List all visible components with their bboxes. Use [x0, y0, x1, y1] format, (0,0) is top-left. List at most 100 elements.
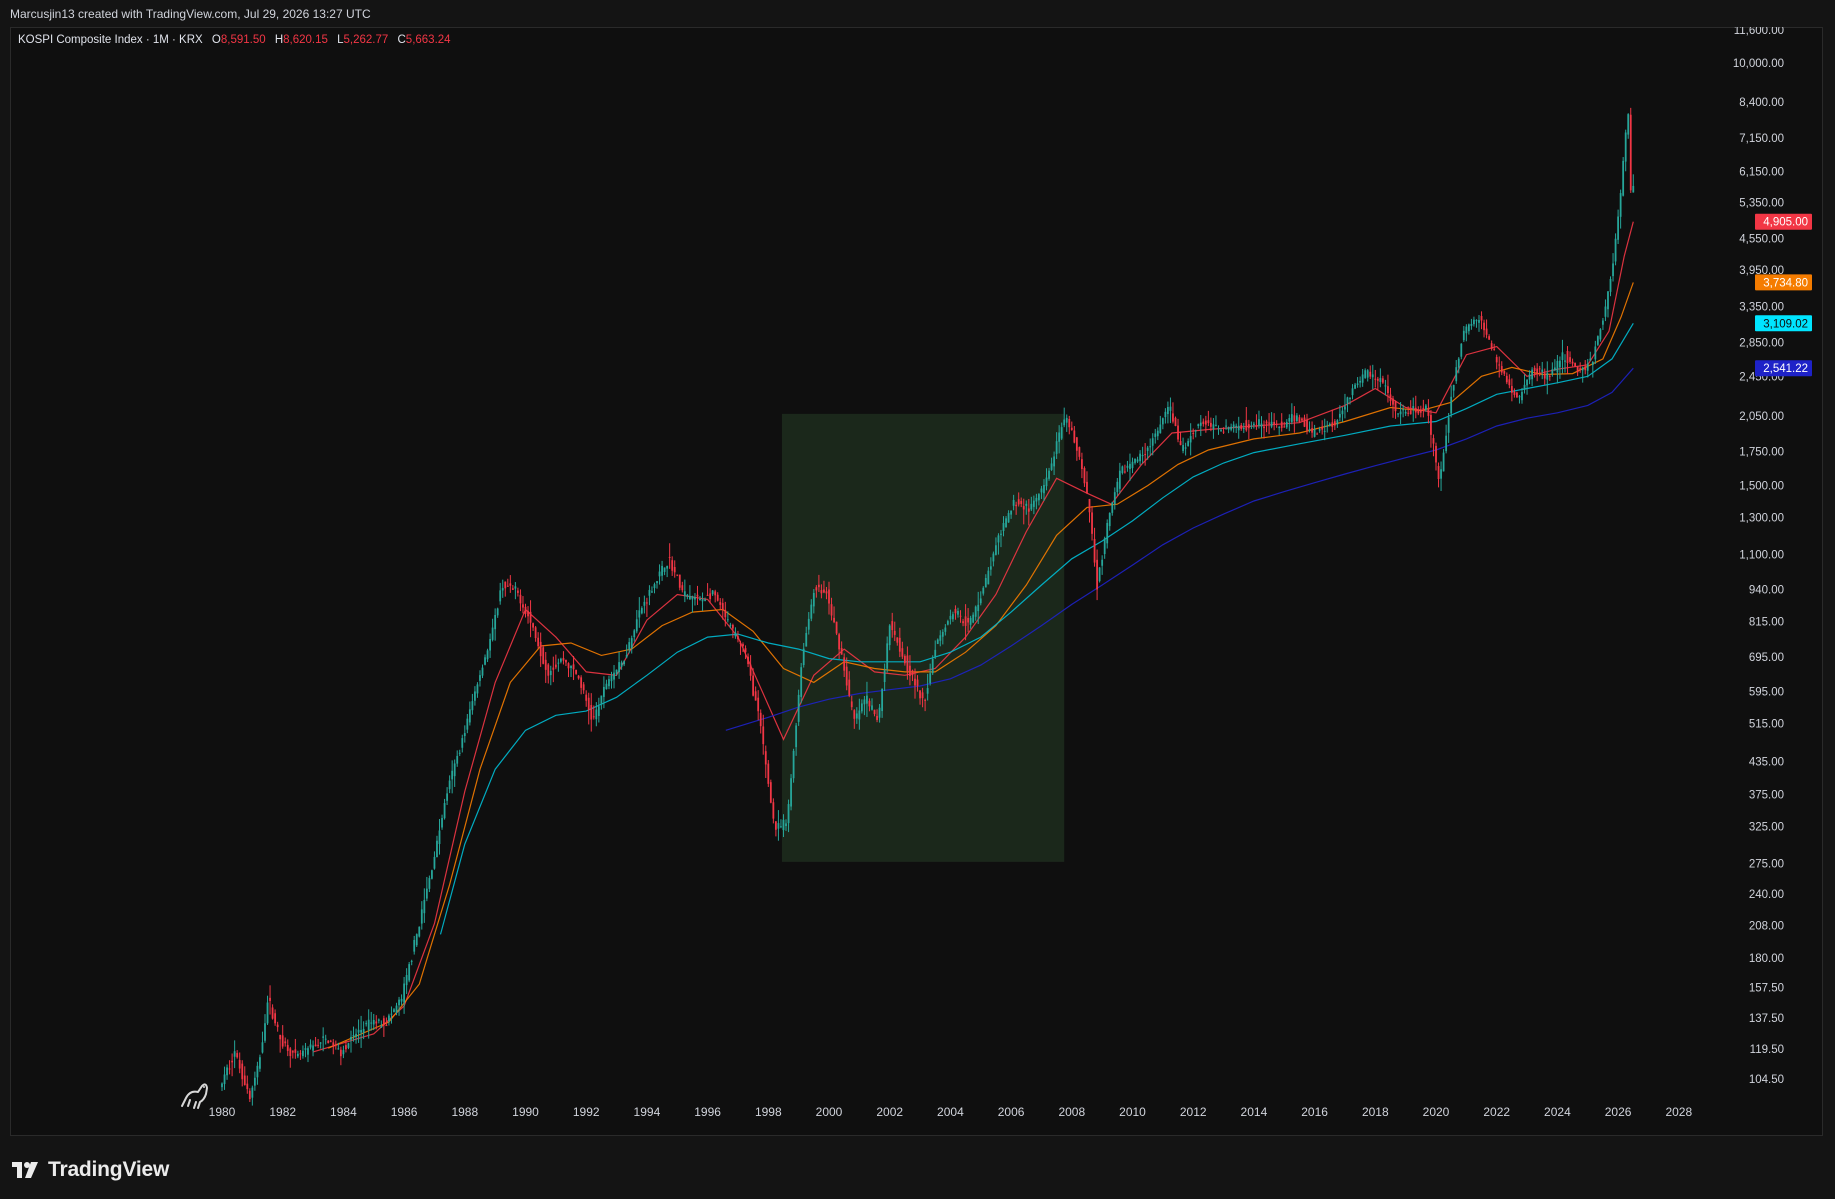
candle-body [1007, 513, 1010, 523]
candle-body [405, 975, 408, 986]
candle-body [1260, 423, 1263, 427]
candle-body [876, 715, 878, 720]
candle-body [595, 709, 598, 720]
candle-body [1070, 427, 1073, 430]
close-label: C [397, 34, 406, 46]
candle-body [443, 803, 446, 819]
candle-body [1538, 368, 1541, 370]
candle-body [527, 611, 529, 617]
candle-body [1533, 367, 1536, 372]
candle-body [1275, 423, 1278, 425]
candle-body [542, 647, 545, 664]
candle-body [1078, 447, 1081, 457]
candle-body [360, 1030, 363, 1033]
candle-body [1432, 438, 1435, 444]
candle-body [1500, 366, 1503, 373]
candle-body [451, 770, 454, 780]
candle-body [1308, 429, 1311, 431]
candle-body [1232, 424, 1235, 428]
price-axis-tick: 2,050.00 [1739, 411, 1784, 423]
candle-body [774, 821, 777, 830]
candle-body [810, 604, 813, 619]
candle-body [752, 675, 755, 696]
candle-body [1437, 466, 1440, 479]
candle-body [931, 658, 934, 674]
low-value: 5,262.77 [343, 34, 389, 46]
candle-body [1273, 421, 1276, 425]
highlight-box[interactable] [781, 413, 1065, 862]
candle-body [838, 634, 841, 650]
time-axis-tick: 1980 [209, 1105, 236, 1119]
open-label: O [211, 34, 221, 46]
candle-body [1412, 406, 1415, 409]
time-axis-tick: 2026 [1605, 1105, 1632, 1119]
candle-body [1414, 407, 1417, 413]
candle-body [835, 621, 838, 634]
candle-body [1473, 319, 1475, 325]
candle-body [461, 738, 464, 748]
price-axis-tick: 5,350.00 [1739, 197, 1784, 209]
candle-body [1407, 412, 1410, 414]
candle-body [1346, 397, 1349, 404]
price-label-text: 3,734.80 [1763, 277, 1808, 289]
candle-body [251, 1087, 254, 1098]
candle-body [646, 602, 648, 604]
candle-body [911, 670, 914, 676]
price-axis-tick: 375.00 [1749, 789, 1784, 801]
candle-body [299, 1053, 302, 1055]
candle-body [597, 706, 600, 716]
candle-body [967, 617, 970, 623]
candle-body [395, 1005, 398, 1013]
candle-body [1083, 468, 1086, 484]
candle-body [544, 659, 547, 670]
candle-body [362, 1028, 365, 1033]
time-axis-tick: 1992 [573, 1105, 600, 1119]
candle-body [446, 793, 448, 801]
candle-body [638, 610, 641, 618]
candle-body [972, 614, 975, 623]
price-axis-tick: 325.00 [1749, 821, 1784, 833]
candle-body [1470, 323, 1473, 326]
candle-body [696, 594, 699, 597]
candle-body [241, 1063, 244, 1080]
candle-body [580, 677, 583, 688]
tradingview-logo-icon [12, 1162, 38, 1178]
candle-body [1402, 409, 1405, 411]
candle-body [1442, 452, 1445, 472]
candle-body [375, 1021, 378, 1024]
candle-body [974, 606, 977, 617]
candle-body [1038, 494, 1040, 501]
candle-body [1187, 441, 1190, 446]
candle-body [312, 1045, 314, 1051]
candle-body [1258, 419, 1260, 426]
candle-body [737, 636, 739, 640]
candle-body [1440, 469, 1442, 479]
candle-body [289, 1048, 292, 1057]
candle-body [653, 584, 656, 589]
candle-body [1321, 426, 1324, 430]
candle-body [600, 695, 603, 705]
candle-body [830, 604, 833, 616]
candle-body [577, 675, 580, 679]
candle-body [962, 621, 964, 624]
high-label: H [274, 34, 284, 46]
candle-body [815, 587, 818, 591]
candle-body [1230, 426, 1233, 430]
price-chart[interactable]: 11,600.00 10,000.00 8,400.00 7,150.00 6,150.… [10, 27, 1823, 1136]
candle-body [691, 596, 694, 600]
candle-body [1523, 384, 1526, 390]
tradingview-brand[interactable]: TradingView [12, 1158, 169, 1182]
candle-body [1566, 350, 1569, 363]
candle-body [355, 1033, 357, 1037]
candle-body [517, 590, 519, 593]
candle-body [314, 1044, 317, 1047]
candle-body [1242, 428, 1245, 430]
candle-body [572, 664, 575, 670]
candle-body [1202, 421, 1205, 424]
candle-body [997, 535, 1000, 543]
price-axis: 11,600.00 10,000.00 8,400.00 7,150.00 6,150.… [1733, 27, 1784, 1086]
candle-body [436, 840, 438, 858]
candle-body [415, 934, 418, 946]
candle-body [1541, 369, 1544, 372]
candle-body [1134, 458, 1136, 463]
